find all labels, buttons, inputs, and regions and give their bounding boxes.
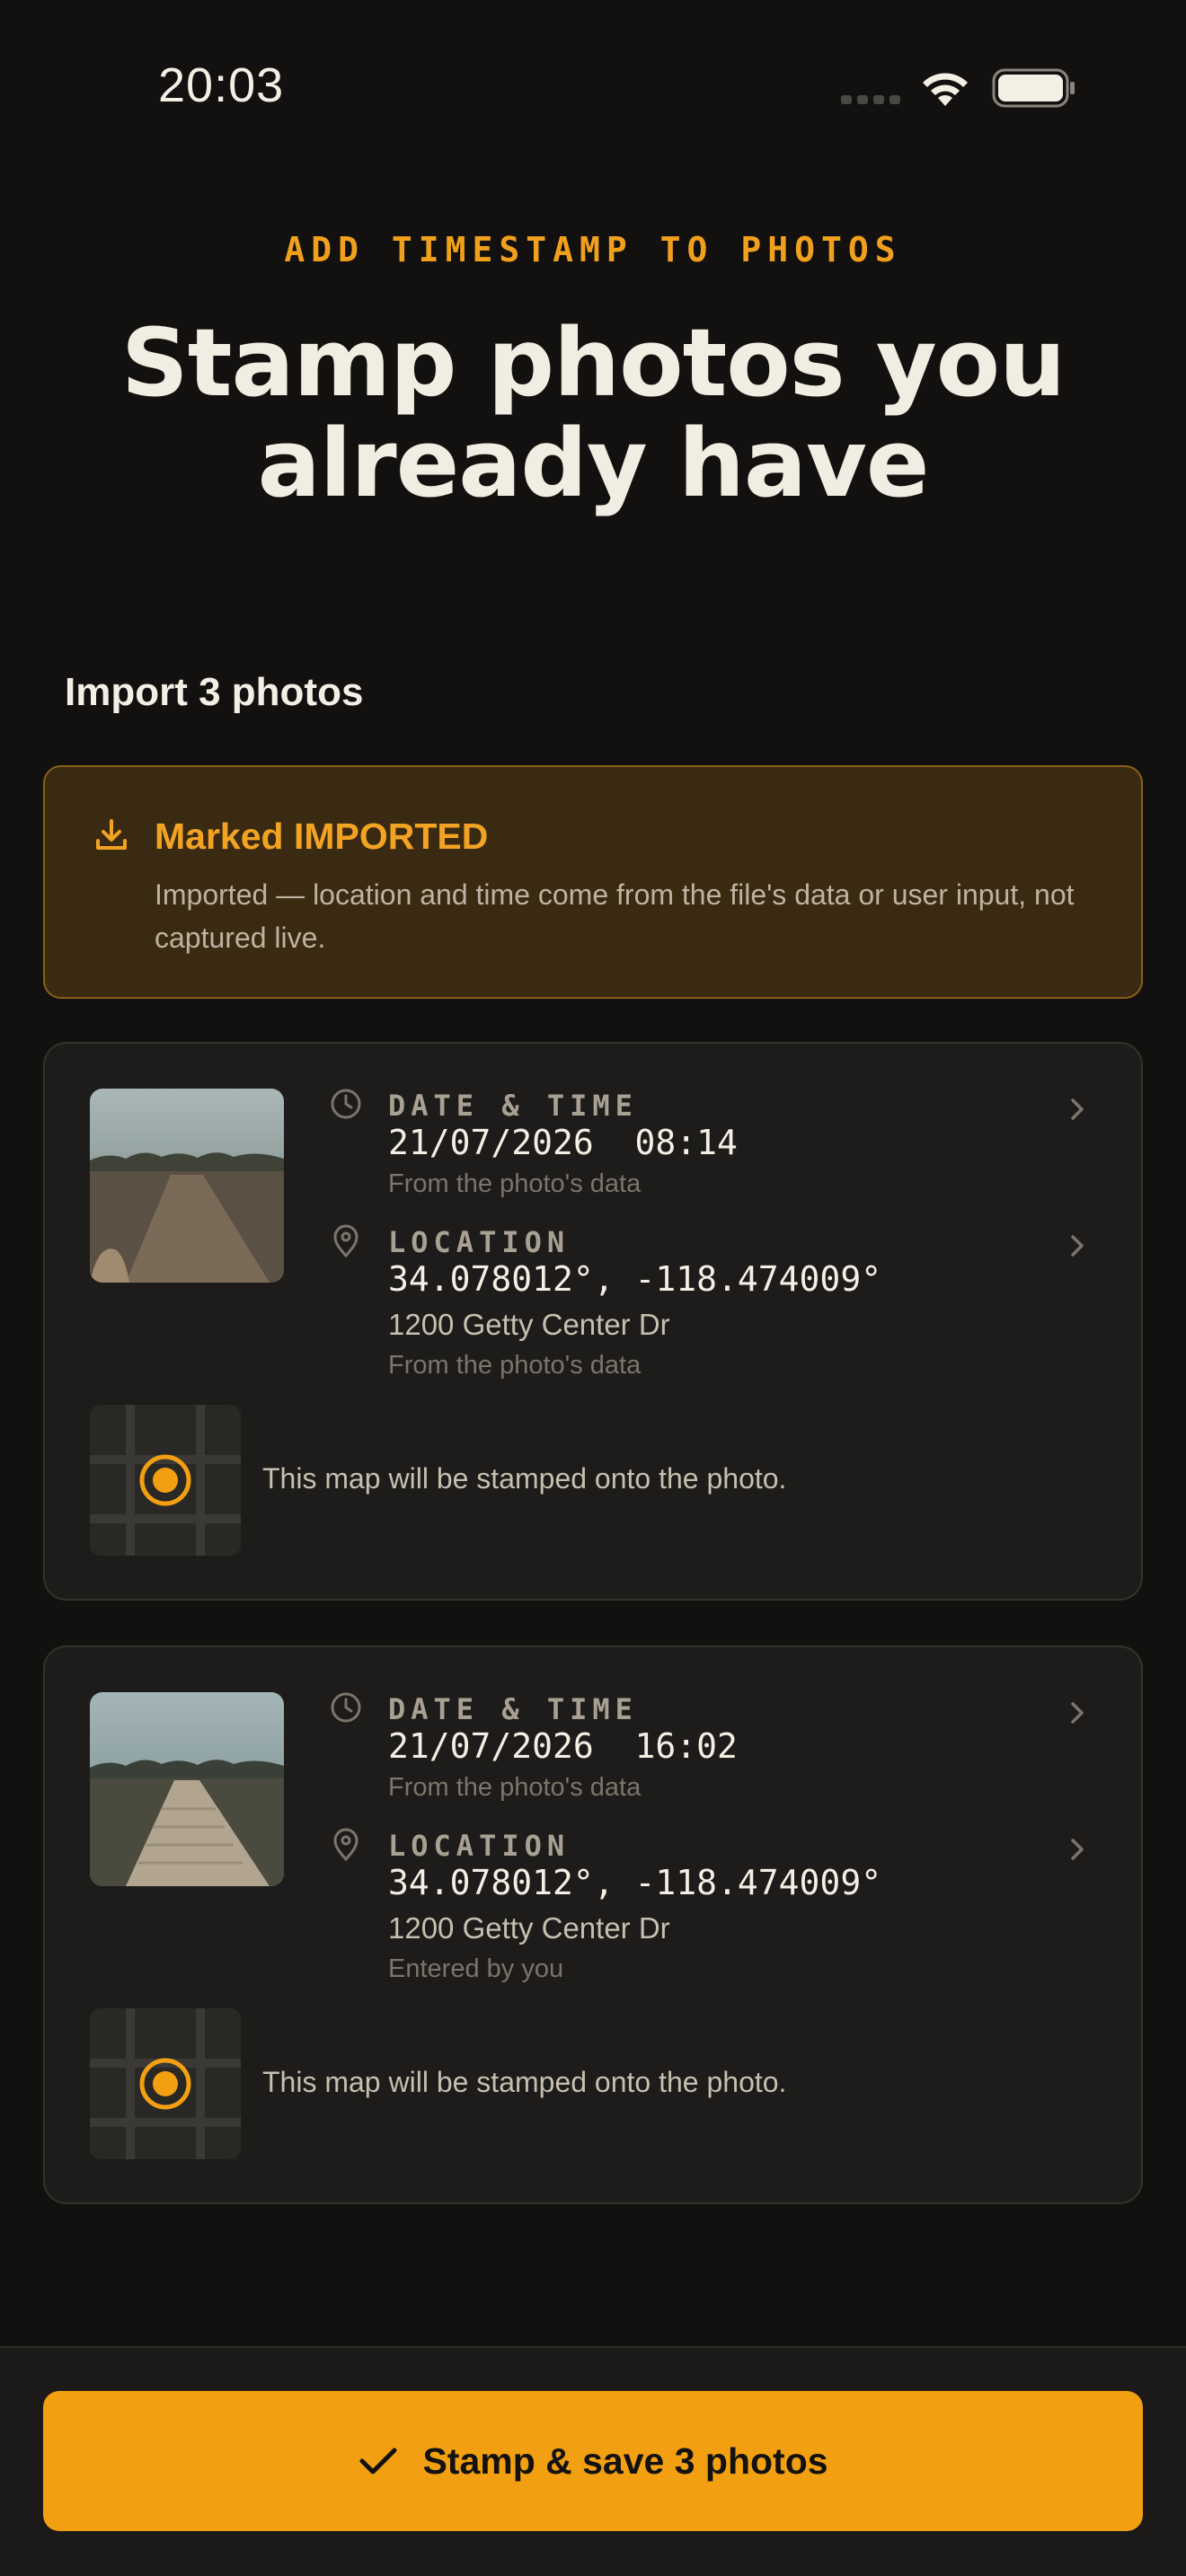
date-time-value: 21/07/2026 16:02 [388,1726,738,1766]
section-title: Import 3 photos [65,670,364,714]
map-preview [90,2008,241,2159]
checkmark-icon [359,2448,397,2475]
chevron-right-icon[interactable] [1067,1232,1087,1259]
banner-title: Marked IMPORTED [155,816,489,857]
date-time-label: DATE & TIME [388,1089,638,1123]
eyebrow-label: ADD TIMESTAMP TO PHOTOS [284,230,902,269]
location-pin-icon [333,1828,358,1862]
photo-thumbnail[interactable] [90,1692,284,1886]
page-title-line-1: Stamp photos you [120,308,1066,418]
stamp-and-save-button[interactable]: Stamp & save 3 photos [43,2391,1143,2531]
status-bar: 20:03 [0,0,1186,180]
location-source: From the photo's data [388,1351,642,1380]
battery-icon [992,68,1075,108]
stamp-and-save-label: Stamp & save 3 photos [422,2439,828,2482]
photo-card: DATE & TIME 21/07/2026 08:14 From the ph… [43,1042,1143,1601]
date-time-source: From the photo's data [388,1773,642,1802]
wifi-icon [923,73,968,106]
location-source: Entered by you [388,1954,564,1983]
page-title-line-2: already have [257,409,930,518]
clock-icon [331,1692,361,1723]
status-time: 20:03 [158,58,285,112]
clock-icon [331,1089,361,1119]
location-label: LOCATION [388,1225,571,1259]
location-pin-icon [333,1224,358,1258]
location-address: 1200 Getty Center Dr [388,1911,670,1945]
map-caption: This map will be stamped onto the photo. [262,2066,787,2098]
chevron-right-icon[interactable] [1067,1836,1087,1863]
map-preview [90,1405,241,1556]
date-time-value: 21/07/2026 08:14 [388,1123,738,1162]
map-caption: This map will be stamped onto the photo. [262,1462,787,1495]
photo-thumbnail[interactable] [90,1089,284,1283]
banner-description: Imported — location and time come from t… [155,878,1075,954]
location-label: LOCATION [388,1829,571,1863]
date-time-source: From the photo's data [388,1169,642,1198]
imported-banner: Marked IMPORTED Imported — location and … [43,765,1143,999]
location-address: 1200 Getty Center Dr [388,1308,670,1341]
download-icon [96,819,127,850]
chevron-right-icon[interactable] [1067,1096,1087,1123]
photo-card: DATE & TIME 21/07/2026 16:02 From the ph… [43,1645,1143,2204]
date-time-label: DATE & TIME [388,1692,638,1726]
location-coordinates: 34.078012°, -118.474009° [388,1863,882,1902]
location-coordinates: 34.078012°, -118.474009° [388,1259,882,1299]
cellular-signal-icon [841,95,900,104]
chevron-right-icon[interactable] [1067,1699,1087,1726]
page-title: Stamp photos you already have [0,313,1186,514]
